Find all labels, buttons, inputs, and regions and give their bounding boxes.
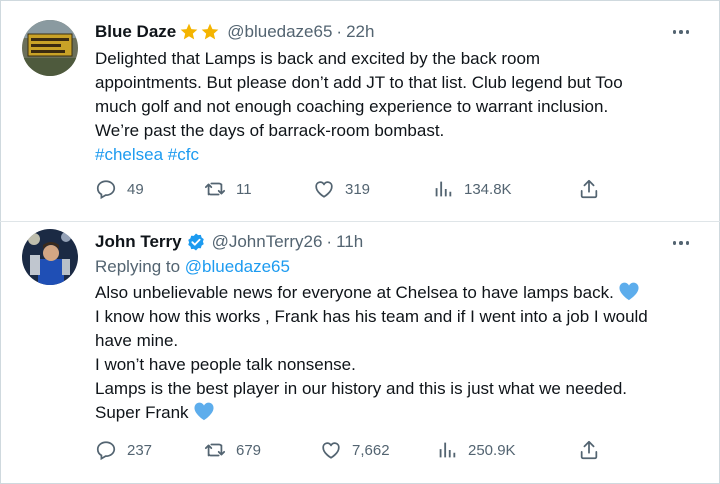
tweet-header: Blue Daze @bluedaze65 · 22h: [95, 20, 374, 44]
timestamp[interactable]: 11h: [336, 232, 363, 252]
more-icon[interactable]: [670, 21, 692, 43]
tweet-line: We’re past the days of barrack-room bomb…: [95, 121, 445, 140]
tweet-header: John Terry @JohnTerry26 · 11h: [95, 230, 363, 254]
like-button[interactable]: 7,662: [320, 435, 390, 465]
star-emoji-badge: [179, 22, 221, 42]
views-button[interactable]: 250.9K: [436, 435, 516, 465]
tweet-text: Also unbelievable news for everyone at C…: [95, 281, 705, 425]
reply-button[interactable]: 237: [95, 435, 152, 465]
verified-badge-icon: [187, 233, 204, 251]
retweet-button[interactable]: 11: [204, 174, 252, 204]
reply-icon: [96, 180, 116, 200]
blue-heart-emoji: [193, 402, 214, 421]
views-button[interactable]: 134.8K: [432, 174, 512, 204]
star-icon: [180, 23, 198, 40]
tweet-line: Also unbelievable news for everyone at C…: [95, 281, 705, 305]
views-icon: [439, 442, 456, 458]
tweet-line-text: Also unbelievable news for everyone at C…: [95, 283, 614, 302]
separator-dot: ·: [336, 22, 343, 41]
tweet-text: Delighted that Lamps is back and excited…: [95, 47, 695, 167]
timestamp[interactable]: 22h: [346, 22, 374, 42]
author-handle[interactable]: @JohnTerry26: [212, 232, 323, 252]
reply-button[interactable]: 49: [95, 174, 144, 204]
retweet-button[interactable]: 679: [204, 435, 261, 465]
reply-icon: [96, 441, 116, 461]
tweet-bluedaze[interactable]: Blue Daze @bluedaze65 · 22h Delighted th…: [0, 0, 720, 222]
views-icon: [435, 181, 452, 197]
like-icon: [322, 442, 340, 459]
more-icon[interactable]: [670, 232, 692, 254]
tweet-line: I know how this works , Frank has his te…: [95, 307, 648, 326]
views-count: 134.8K: [464, 180, 512, 198]
retweet-count: 679: [236, 441, 262, 459]
share-icon: [580, 440, 598, 460]
share-icon: [580, 179, 598, 199]
author-name[interactable]: Blue Daze: [95, 22, 176, 42]
blue-heart-emoji: [619, 282, 639, 301]
tweet-line: have mine.: [95, 331, 179, 350]
retweet-count: 11: [236, 180, 252, 198]
tweet-actions: 237 679 7,662 250.9K: [0, 435, 720, 465]
tweet-line: I won’t have people talk nonsense.: [95, 355, 356, 374]
tweet-line: appointments. But please don’t add JT to…: [95, 73, 623, 92]
like-icon: [315, 181, 333, 198]
tweet-johnterry[interactable]: John Terry @JohnTerry26 · 11h Replying t…: [0, 223, 720, 484]
author-name[interactable]: John Terry: [95, 232, 182, 252]
tweet-line: much golf and not enough coaching experi…: [95, 97, 609, 116]
share-button[interactable]: [578, 435, 600, 465]
tweet-line-text: Super Frank: [95, 403, 189, 422]
avatar-johnterry[interactable]: [22, 229, 78, 285]
star-icon: [201, 23, 219, 40]
separator-dot: ·: [326, 232, 333, 251]
avatar-bluedaze[interactable]: [22, 20, 78, 76]
retweet-icon: [204, 182, 226, 196]
author-handle[interactable]: @bluedaze65: [227, 22, 332, 42]
share-button[interactable]: [578, 174, 600, 204]
replying-prefix: Replying to: [95, 257, 181, 276]
replying-mention-link[interactable]: @bluedaze65: [185, 257, 290, 276]
views-count: 250.9K: [468, 441, 516, 459]
like-count: 319: [345, 180, 371, 198]
like-button[interactable]: 319: [313, 174, 370, 204]
reply-count: 237: [127, 441, 153, 459]
like-count: 7,662: [352, 441, 390, 459]
reply-count: 49: [127, 180, 144, 198]
replying-to: Replying to @bluedaze65: [95, 257, 290, 277]
tweet-line: Delighted that Lamps is back and excited…: [95, 49, 541, 68]
hashtag-links[interactable]: #chelsea #cfc: [95, 143, 695, 167]
tweet-line: Lamps is the best player in our history …: [95, 379, 628, 398]
retweet-icon: [204, 443, 226, 457]
tweet-actions: 49 11 319 134.8K: [0, 174, 720, 204]
tweet-line: Super Frank: [95, 401, 705, 425]
